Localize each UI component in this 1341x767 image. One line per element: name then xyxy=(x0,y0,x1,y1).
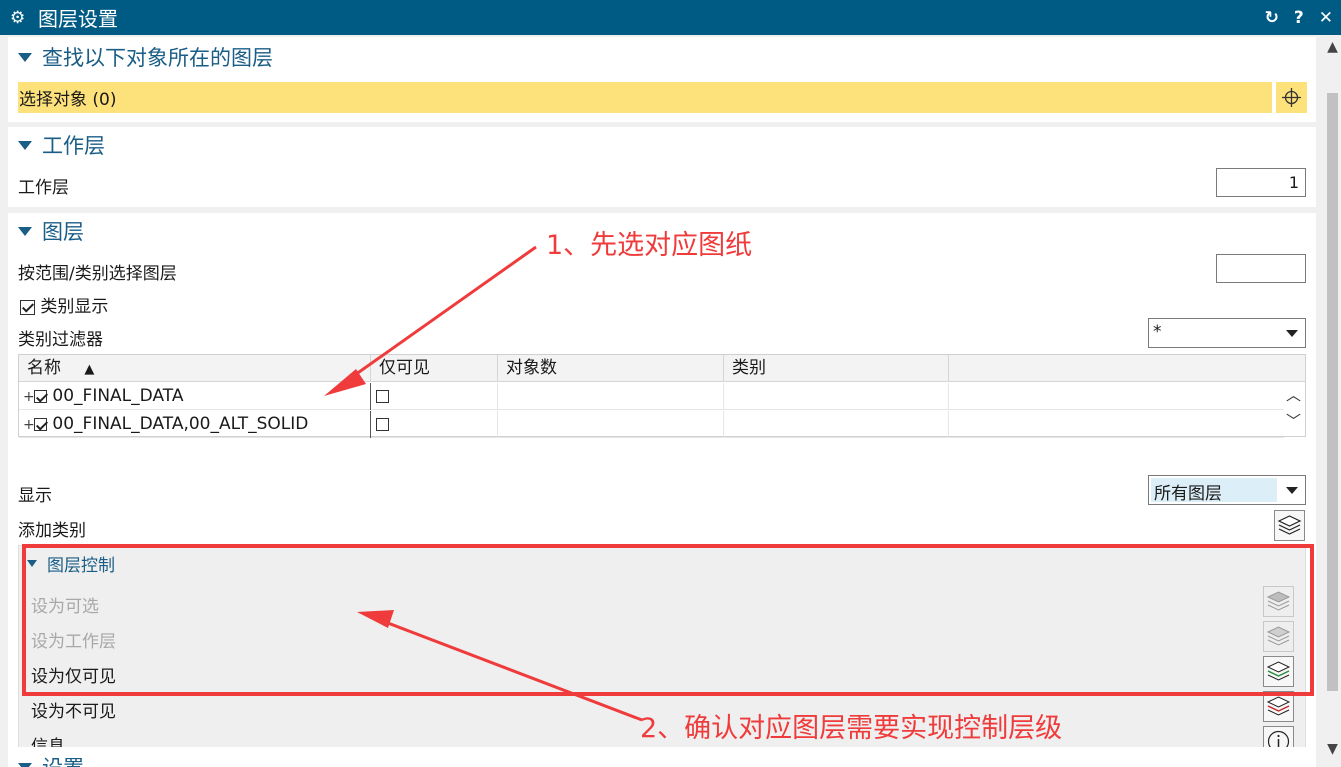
annotation-highlight-box xyxy=(22,544,1314,696)
layer-settings-dialog: ⚙ 图层设置 ↻ ? ✕ ▲ ▼ 查找以下对象所在的图层 选择对象 (0) 工作… xyxy=(0,0,1341,767)
annotation-note-1: 1、先选对应图纸 xyxy=(546,230,753,261)
annotation-arrow-1 xyxy=(344,245,537,384)
annotation-note-2: 2、确认对应图层需要实现控制层级 xyxy=(640,713,1063,744)
